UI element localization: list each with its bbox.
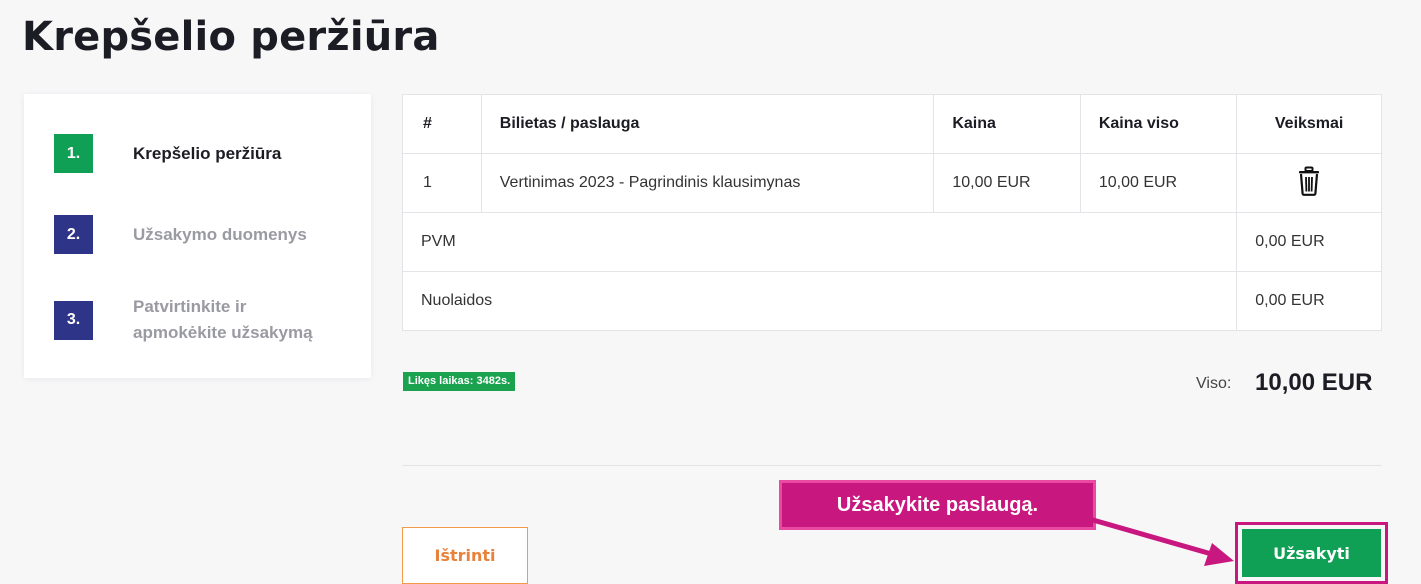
vat-row: PVM 0,00 EUR [401, 212, 1382, 272]
row-number: 1 [402, 153, 482, 213]
step-number: 3. [54, 300, 93, 340]
step-label: Krepšelio peržiūra [133, 143, 282, 163]
cart-table: # Bilietas / paslauga Kaina Kaina viso V… [401, 94, 1382, 331]
discounts-row: Nuolaidos 0,00 EUR [401, 271, 1382, 331]
checkout-steps: 1. Krepšelio peržiūra 2. Užsakymo duomen… [24, 94, 371, 378]
vat-value: 0,00 EUR [1236, 212, 1382, 272]
time-remaining-badge: Likęs laikas: 3482s. [403, 372, 516, 391]
column-header-number: # [402, 94, 482, 154]
divider [402, 465, 1382, 466]
column-header-item: Bilietas / paslauga [480, 94, 935, 154]
instruction-callout: Užsakykite paslaugą. [779, 480, 1096, 530]
total-label: Viso: [1196, 375, 1232, 392]
remove-item-button[interactable] [1297, 166, 1321, 199]
step-order-details[interactable]: 2. Užsakymo duomenys [54, 215, 307, 254]
column-header-total: Kaina viso [1079, 94, 1238, 154]
row-actions [1236, 153, 1382, 213]
step-number: 1. [54, 134, 93, 173]
row-total: 10,00 EUR [1079, 153, 1238, 213]
page-title: Krepšelio peržiūra [22, 14, 440, 60]
order-button-highlight: Užsakyti [1235, 522, 1388, 584]
arrow-icon [1083, 515, 1234, 566]
order-button[interactable]: Užsakyti [1242, 529, 1381, 577]
delete-cart-button[interactable]: Ištrinti [402, 527, 528, 584]
row-item: Vertinimas 2023 - Pagrindinis klausimyna… [480, 153, 935, 213]
total-value: 10,00 EUR [1255, 369, 1373, 396]
table-row: 1 Vertinimas 2023 - Pagrindinis klausimy… [402, 153, 1382, 213]
step-cart-review[interactable]: 1. Krepšelio peržiūra [54, 134, 281, 173]
vat-label: PVM [401, 212, 1238, 272]
table-header-row: # Bilietas / paslauga Kaina Kaina viso V… [402, 94, 1382, 154]
column-header-actions: Veiksmai [1236, 94, 1382, 154]
trash-icon [1299, 166, 1320, 196]
row-price: 10,00 EUR [933, 153, 1081, 213]
discounts-label: Nuolaidos [401, 271, 1238, 331]
step-label: Užsakymo duomenys [133, 224, 307, 244]
step-confirm-and-pay[interactable]: 3. Patvirtinkite ir apmokėkite užsakymą [54, 294, 333, 346]
step-label: Patvirtinkite ir apmokėkite užsakymą [133, 297, 313, 342]
discounts-value: 0,00 EUR [1236, 271, 1382, 331]
step-number: 2. [54, 215, 93, 254]
column-header-price: Kaina [933, 94, 1081, 154]
